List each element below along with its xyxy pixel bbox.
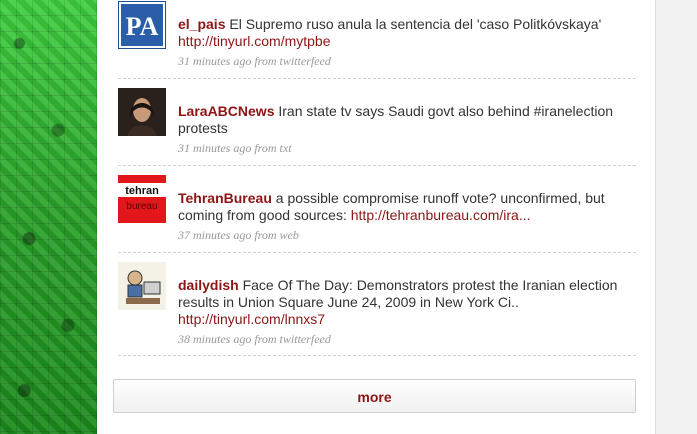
tweet-meta: 37 minutes ago from web [178, 228, 299, 242]
avatar-label: bureau [126, 201, 157, 212]
tweet-item: LaraABCNews Iran state tv says Saudi gov… [118, 78, 636, 166]
tweet-content: LaraABCNews Iran state tv says Saudi gov… [178, 103, 618, 137]
tweet-item: tehran bureau TehranBureau a possible co… [118, 165, 636, 253]
avatar-label: PA [126, 12, 159, 41]
tweet-content: el_pais El Supremo ruso anula la sentenc… [178, 16, 618, 50]
avatar[interactable] [118, 262, 166, 310]
avatar[interactable]: tehran bureau [118, 175, 166, 223]
avatar[interactable] [118, 88, 166, 136]
tweet-text: Face Of The Day: Demonstrators protest t… [178, 277, 618, 310]
tweet-item: dailydish Face Of The Day: Demonstrators… [118, 252, 636, 356]
timeline-panel: PA el_pais El Supremo ruso anula la sent… [97, 0, 655, 434]
tweet-link[interactable]: http://tinyurl.com/mytpbe [178, 33, 331, 49]
tweet-link[interactable]: http://tinyurl.com/lnnxs7 [178, 311, 325, 327]
tweet-username[interactable]: LaraABCNews [178, 103, 274, 119]
background-mosaic [0, 0, 97, 434]
tweet-username[interactable]: dailydish [178, 277, 239, 293]
avatar[interactable]: PA [118, 1, 166, 49]
tweet-meta: 38 minutes ago from twitterfeed [178, 332, 331, 346]
tweet-item: PA el_pais El Supremo ruso anula la sent… [118, 0, 636, 79]
tweet-username[interactable]: el_pais [178, 16, 225, 32]
background-right [655, 0, 697, 434]
tweet-username[interactable]: TehranBureau [178, 190, 272, 206]
tweet-text: El Supremo ruso anula la sentencia del '… [229, 16, 602, 32]
tweet-meta: 31 minutes ago from twitterfeed [178, 54, 331, 68]
more-button[interactable]: more [113, 379, 636, 413]
avatar-label: tehran [125, 185, 159, 197]
tweet-content: dailydish Face Of The Day: Demonstrators… [178, 277, 618, 328]
tweet-link[interactable]: http://tehranbureau.com/ira... [351, 207, 531, 223]
tweet-meta: 31 minutes ago from txt [178, 141, 292, 155]
tweet-content: TehranBureau a possible compromise runof… [178, 190, 618, 224]
